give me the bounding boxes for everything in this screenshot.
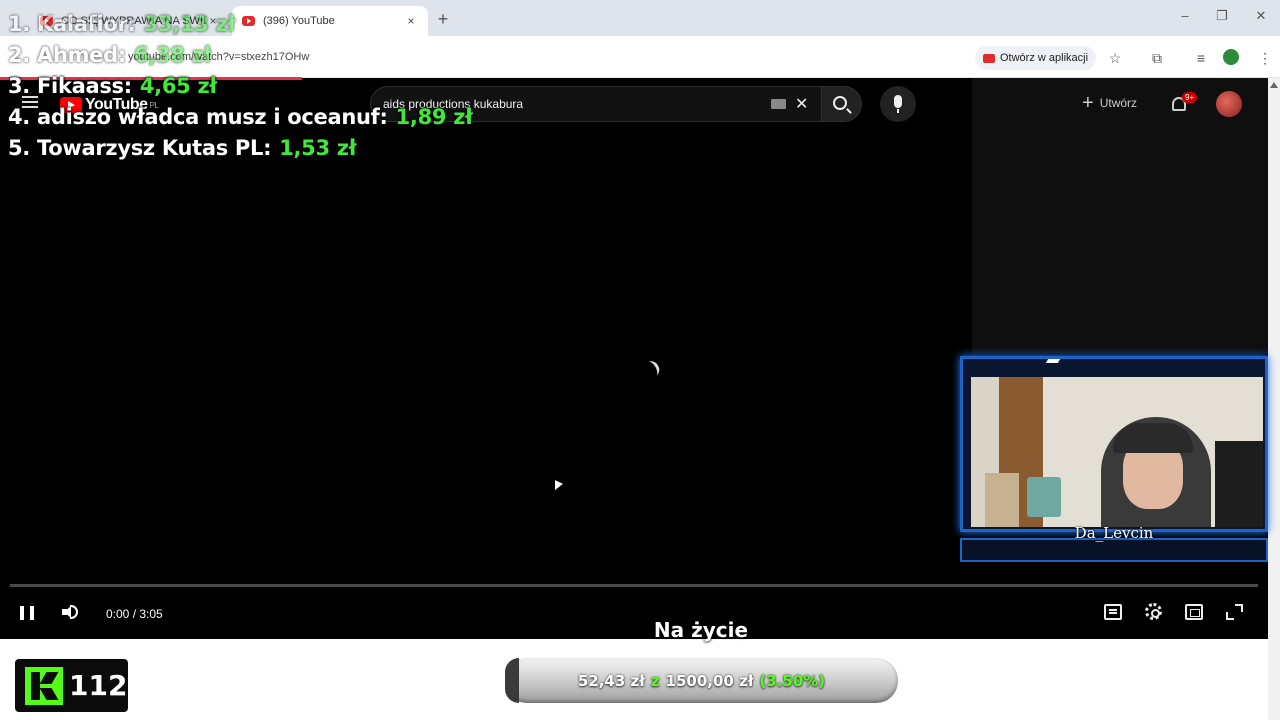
screen: CO SIĘ WYPRAWIA NA ŚWIECIE... × (396) Yo… [0, 0, 1280, 720]
clear-search-icon[interactable]: ✕ [795, 94, 808, 114]
open-in-app-label: Otwórz w aplikacji [1000, 52, 1089, 64]
volume-icon[interactable] [62, 606, 71, 618]
leaderboard-row: 4. adiszo władca musz i oceanuf: 1,89 zł [8, 101, 473, 132]
create-button[interactable]: + Utwórz [1082, 92, 1138, 114]
webcam-border [960, 356, 1268, 532]
goal-current: 52,43 zł [577, 671, 645, 690]
leaderboard-amount: 1,53 zł [279, 135, 357, 160]
header-actions: + Utwórz 9+ [972, 78, 1268, 353]
search-icon [833, 96, 847, 110]
open-in-app-button[interactable]: Otwórz w aplikacji [975, 46, 1097, 70]
restore-button[interactable]: ❐ [1212, 8, 1232, 24]
browser-menu-icon[interactable]: ⋮ [1256, 49, 1274, 67]
leaderboard-amount: 4,65 zł [139, 73, 217, 98]
create-label: Utwórz [1099, 96, 1138, 110]
keyboard-icon[interactable] [771, 99, 786, 109]
youtube-icon [983, 53, 995, 63]
leaderboard-name: 2. Ahmed: [8, 42, 126, 67]
subtitles-icon[interactable] [1104, 604, 1122, 620]
leaderboard-row: 5. Towarzysz Kutas PL: 1,53 zł [8, 132, 473, 163]
viewer-count-badge: 112 [15, 659, 128, 712]
goal-percent: (3.50%) [759, 671, 826, 690]
frame-accent [1045, 359, 1061, 363]
bookmark-star-icon[interactable]: ☆ [1106, 49, 1124, 67]
search-button[interactable] [822, 86, 862, 122]
close-window-button[interactable]: ✕ [1251, 8, 1271, 24]
kick-logo-icon [25, 667, 63, 705]
loading-spinner-icon [641, 358, 663, 380]
minimize-button[interactable]: – [1175, 8, 1195, 23]
profile-avatar[interactable] [1223, 49, 1239, 65]
extensions-icon[interactable]: ⧉ [1148, 49, 1166, 67]
viewer-count: 112 [69, 669, 128, 702]
account-avatar[interactable] [1216, 91, 1242, 117]
pause-button[interactable] [20, 606, 34, 620]
settings-gear-icon[interactable] [1145, 603, 1162, 620]
webcam-overlay: Da_Levcin [958, 354, 1270, 564]
leaderboard-row: 3. Fikaass: 4,65 zł [8, 70, 473, 101]
plus-icon: + [1082, 92, 1094, 114]
scroll-up-icon[interactable] [1270, 82, 1278, 88]
leaderboard-name: 5. Towarzysz Kutas PL: [8, 135, 272, 160]
media-control-icon[interactable]: ≡ [1192, 49, 1210, 67]
leaderboard-amount: 33,13 zł [143, 11, 236, 36]
microphone-icon [894, 95, 902, 113]
mouse-cursor-icon [555, 480, 563, 494]
donation-leaderboard: 1. Kalafior: 33,13 zł 2. Ahmed: 6,38 zł … [8, 8, 473, 163]
leaderboard-amount: 6,38 zł [133, 42, 212, 67]
leaderboard-row: 2. Ahmed: 6,38 zł [8, 39, 473, 70]
time-display: 0:00 / 3:05 [106, 607, 163, 621]
leaderboard-row: 1. Kalafior: 33,13 zł [8, 8, 473, 39]
leaderboard-name: 1. Kalafior: [8, 11, 136, 36]
donation-goal-bar: 52,43 zł z 1500,00 zł (3.50%) [505, 658, 898, 703]
goal-progress-fill [505, 658, 519, 703]
streamer-name: Da_Levcin [1074, 524, 1154, 542]
video-progress-bar[interactable] [10, 584, 1258, 587]
leaderboard-amount: 1,89 zł [395, 104, 473, 129]
webcam-feed [971, 377, 1263, 527]
volume-wave-icon [70, 605, 78, 619]
goal-separator: z [650, 671, 660, 690]
leaderboard-name: 3. Fikaass: [8, 73, 132, 98]
goal-target: 1500,00 zł [665, 671, 754, 690]
voice-search-button[interactable] [880, 86, 916, 122]
theater-mode-icon[interactable] [1185, 604, 1203, 620]
leaderboard-name: 4. adiszo władca musz i oceanuf: [8, 104, 388, 129]
now-playing-title: Na życie [653, 618, 749, 642]
fullscreen-icon[interactable] [1226, 604, 1244, 620]
notification-badge: 9+ [1182, 92, 1198, 103]
